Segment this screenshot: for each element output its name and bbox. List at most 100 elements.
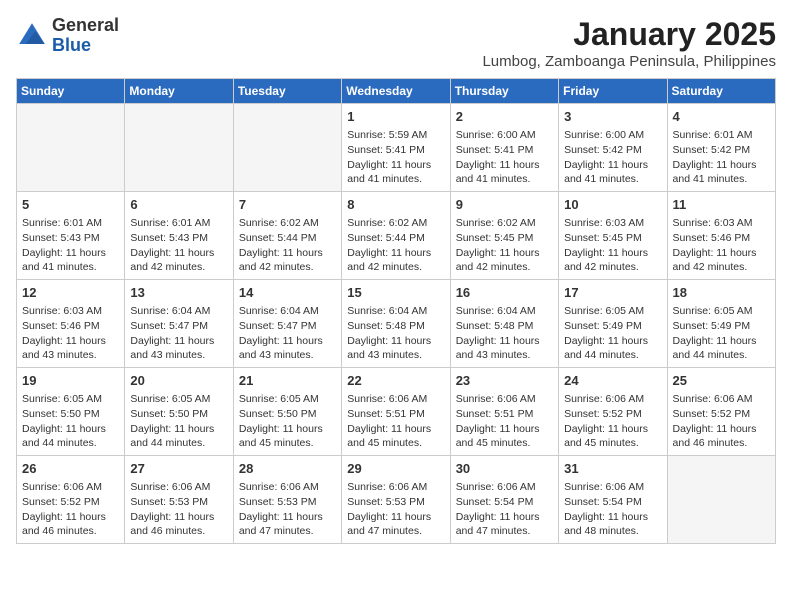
- sunrise-text: Sunrise: 6:06 AM: [564, 393, 644, 405]
- calendar-cell: 2 Sunrise: 6:00 AM Sunset: 5:41 PM Dayli…: [450, 104, 558, 192]
- daylight-text: Daylight: 11 hours and 41 minutes.: [673, 159, 757, 186]
- daylight-text: Daylight: 11 hours and 43 minutes.: [456, 335, 540, 362]
- day-number: 4: [673, 108, 770, 126]
- sunrise-text: Sunrise: 6:02 AM: [239, 217, 319, 229]
- daylight-text: Daylight: 11 hours and 42 minutes.: [347, 247, 431, 274]
- sunset-text: Sunset: 5:48 PM: [347, 320, 425, 332]
- daylight-text: Daylight: 11 hours and 45 minutes.: [456, 423, 540, 450]
- sunset-text: Sunset: 5:43 PM: [22, 232, 100, 244]
- daylight-text: Daylight: 11 hours and 41 minutes.: [456, 159, 540, 186]
- calendar-cell: 15 Sunrise: 6:04 AM Sunset: 5:48 PM Dayl…: [342, 280, 450, 368]
- sunrise-text: Sunrise: 6:03 AM: [564, 217, 644, 229]
- sunset-text: Sunset: 5:42 PM: [564, 144, 642, 156]
- daylight-text: Daylight: 11 hours and 41 minutes.: [22, 247, 106, 274]
- sunrise-text: Sunrise: 6:02 AM: [456, 217, 536, 229]
- sunrise-text: Sunrise: 6:06 AM: [456, 393, 536, 405]
- sunset-text: Sunset: 5:51 PM: [456, 408, 534, 420]
- day-number: 8: [347, 196, 444, 214]
- week-row-4: 19 Sunrise: 6:05 AM Sunset: 5:50 PM Dayl…: [17, 368, 776, 456]
- sunrise-text: Sunrise: 6:01 AM: [22, 217, 102, 229]
- sunrise-text: Sunrise: 6:05 AM: [130, 393, 210, 405]
- col-friday: Friday: [559, 79, 667, 104]
- day-number: 3: [564, 108, 661, 126]
- week-row-3: 12 Sunrise: 6:03 AM Sunset: 5:46 PM Dayl…: [17, 280, 776, 368]
- day-number: 20: [130, 372, 227, 390]
- daylight-text: Daylight: 11 hours and 45 minutes.: [347, 423, 431, 450]
- daylight-text: Daylight: 11 hours and 48 minutes.: [564, 511, 648, 538]
- sunrise-text: Sunrise: 6:05 AM: [239, 393, 319, 405]
- calendar-cell: 1 Sunrise: 5:59 AM Sunset: 5:41 PM Dayli…: [342, 104, 450, 192]
- calendar-cell: 7 Sunrise: 6:02 AM Sunset: 5:44 PM Dayli…: [233, 192, 341, 280]
- col-wednesday: Wednesday: [342, 79, 450, 104]
- sunrise-text: Sunrise: 6:05 AM: [564, 305, 644, 317]
- sunset-text: Sunset: 5:47 PM: [239, 320, 317, 332]
- day-number: 17: [564, 284, 661, 302]
- sunrise-text: Sunrise: 5:59 AM: [347, 129, 427, 141]
- sunset-text: Sunset: 5:52 PM: [673, 408, 751, 420]
- sunrise-text: Sunrise: 6:06 AM: [564, 481, 644, 493]
- calendar-table: Sunday Monday Tuesday Wednesday Thursday…: [16, 78, 776, 544]
- day-number: 12: [22, 284, 119, 302]
- calendar-cell: 27 Sunrise: 6:06 AM Sunset: 5:53 PM Dayl…: [125, 456, 233, 544]
- day-number: 18: [673, 284, 770, 302]
- sunset-text: Sunset: 5:43 PM: [130, 232, 208, 244]
- col-sunday: Sunday: [17, 79, 125, 104]
- sunset-text: Sunset: 5:46 PM: [22, 320, 100, 332]
- day-number: 21: [239, 372, 336, 390]
- sunset-text: Sunset: 5:53 PM: [239, 496, 317, 508]
- sunset-text: Sunset: 5:42 PM: [673, 144, 751, 156]
- col-monday: Monday: [125, 79, 233, 104]
- sunset-text: Sunset: 5:46 PM: [673, 232, 751, 244]
- day-number: 14: [239, 284, 336, 302]
- sunset-text: Sunset: 5:52 PM: [564, 408, 642, 420]
- sunrise-text: Sunrise: 6:06 AM: [347, 481, 427, 493]
- calendar-cell: 13 Sunrise: 6:04 AM Sunset: 5:47 PM Dayl…: [125, 280, 233, 368]
- sunset-text: Sunset: 5:52 PM: [22, 496, 100, 508]
- sunset-text: Sunset: 5:50 PM: [239, 408, 317, 420]
- calendar-cell: [17, 104, 125, 192]
- sunrise-text: Sunrise: 6:01 AM: [130, 217, 210, 229]
- day-number: 1: [347, 108, 444, 126]
- col-thursday: Thursday: [450, 79, 558, 104]
- calendar-cell: 10 Sunrise: 6:03 AM Sunset: 5:45 PM Dayl…: [559, 192, 667, 280]
- sunrise-text: Sunrise: 6:03 AM: [22, 305, 102, 317]
- sunset-text: Sunset: 5:50 PM: [130, 408, 208, 420]
- day-number: 30: [456, 460, 553, 478]
- sunrise-text: Sunrise: 6:02 AM: [347, 217, 427, 229]
- calendar-cell: 23 Sunrise: 6:06 AM Sunset: 5:51 PM Dayl…: [450, 368, 558, 456]
- daylight-text: Daylight: 11 hours and 46 minutes.: [130, 511, 214, 538]
- calendar-cell: 28 Sunrise: 6:06 AM Sunset: 5:53 PM Dayl…: [233, 456, 341, 544]
- calendar-cell: 6 Sunrise: 6:01 AM Sunset: 5:43 PM Dayli…: [125, 192, 233, 280]
- logo-general: General: [52, 15, 119, 35]
- daylight-text: Daylight: 11 hours and 47 minutes.: [239, 511, 323, 538]
- calendar-cell: 31 Sunrise: 6:06 AM Sunset: 5:54 PM Dayl…: [559, 456, 667, 544]
- daylight-text: Daylight: 11 hours and 44 minutes.: [130, 423, 214, 450]
- calendar-cell: 20 Sunrise: 6:05 AM Sunset: 5:50 PM Dayl…: [125, 368, 233, 456]
- calendar-cell: [233, 104, 341, 192]
- week-row-5: 26 Sunrise: 6:06 AM Sunset: 5:52 PM Dayl…: [17, 456, 776, 544]
- week-row-1: 1 Sunrise: 5:59 AM Sunset: 5:41 PM Dayli…: [17, 104, 776, 192]
- sunrise-text: Sunrise: 6:06 AM: [22, 481, 102, 493]
- sunset-text: Sunset: 5:49 PM: [673, 320, 751, 332]
- calendar-cell: 26 Sunrise: 6:06 AM Sunset: 5:52 PM Dayl…: [17, 456, 125, 544]
- calendar-cell: 29 Sunrise: 6:06 AM Sunset: 5:53 PM Dayl…: [342, 456, 450, 544]
- sunrise-text: Sunrise: 6:03 AM: [673, 217, 753, 229]
- sunrise-text: Sunrise: 6:06 AM: [130, 481, 210, 493]
- sunrise-text: Sunrise: 6:04 AM: [456, 305, 536, 317]
- daylight-text: Daylight: 11 hours and 47 minutes.: [456, 511, 540, 538]
- day-number: 13: [130, 284, 227, 302]
- sunrise-text: Sunrise: 6:06 AM: [239, 481, 319, 493]
- day-number: 28: [239, 460, 336, 478]
- sunrise-text: Sunrise: 6:05 AM: [673, 305, 753, 317]
- sunset-text: Sunset: 5:49 PM: [564, 320, 642, 332]
- sunset-text: Sunset: 5:50 PM: [22, 408, 100, 420]
- daylight-text: Daylight: 11 hours and 42 minutes.: [456, 247, 540, 274]
- sunrise-text: Sunrise: 6:06 AM: [347, 393, 427, 405]
- calendar-cell: 4 Sunrise: 6:01 AM Sunset: 5:42 PM Dayli…: [667, 104, 775, 192]
- daylight-text: Daylight: 11 hours and 47 minutes.: [347, 511, 431, 538]
- page-subtitle: Lumbog, Zamboanga Peninsula, Philippines: [482, 53, 776, 70]
- calendar-cell: 8 Sunrise: 6:02 AM Sunset: 5:44 PM Dayli…: [342, 192, 450, 280]
- day-number: 29: [347, 460, 444, 478]
- calendar-cell: 19 Sunrise: 6:05 AM Sunset: 5:50 PM Dayl…: [17, 368, 125, 456]
- sunset-text: Sunset: 5:54 PM: [456, 496, 534, 508]
